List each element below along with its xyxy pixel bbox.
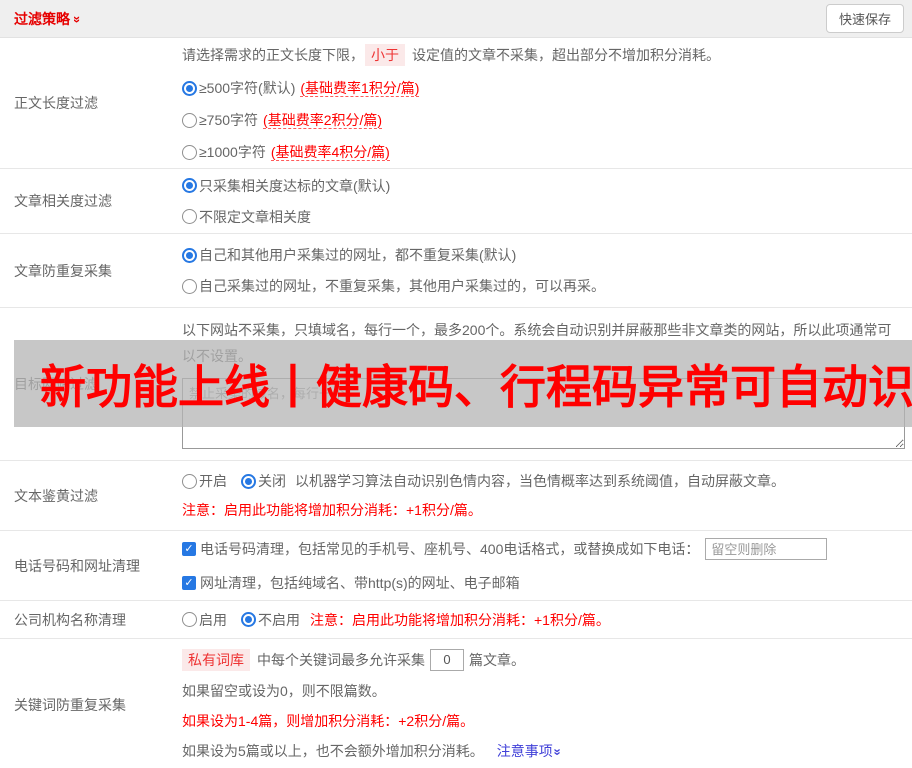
- header-bar: 过滤策略 » 快速保存: [0, 0, 912, 38]
- checkbox-phone-clean[interactable]: ✓: [182, 542, 196, 556]
- chevrons-down-icon: »: [70, 15, 86, 22]
- dedup-option-self: 自己采集过的网址，不重复采集，其他用户采集过的，可以再采。: [182, 276, 904, 296]
- radio-porn-on[interactable]: [182, 473, 197, 489]
- private-lexicon-link[interactable]: 私有词库: [182, 648, 250, 671]
- promo-banner[interactable]: 新功能上线丨健康码、行程码异常可自动识: [14, 340, 912, 427]
- section-title-label: 过滤策略: [14, 10, 70, 27]
- keyword-note-5plus: 如果设为5篇或以上，也不会额外增加积分消耗。 注意事项 »: [182, 741, 566, 761]
- radio-company-off[interactable]: [241, 612, 256, 627]
- quick-save-button[interactable]: 快速保存: [825, 4, 904, 33]
- row-label: 关键词防重复采集: [14, 696, 126, 713]
- row-company-clean: 公司机构名称清理 启用 不启用 注意：启用此功能将增加积分消耗：+1积分/篇。: [0, 601, 912, 639]
- radio-relevance-any[interactable]: [182, 209, 197, 224]
- less-than-tag: 小于: [365, 44, 405, 66]
- row-body-length-filter: 正文长度过滤 请选择需求的正文长度下限， 小于 设定值的文章不采集，超出部分不增…: [0, 38, 912, 169]
- length-option-500: ≥500字符(默认) (基础费率1积分/篇): [182, 78, 904, 98]
- checkbox-url-clean[interactable]: ✓: [182, 576, 196, 590]
- radio-750-chars[interactable]: [182, 112, 197, 128]
- porn-filter-note: 注意：启用此功能将增加积分消耗：+1积分/篇。: [182, 502, 482, 518]
- promo-banner-text: 新功能上线丨健康码、行程码异常可自动识: [40, 360, 912, 413]
- fee-note: (基础费率2积分/篇): [263, 112, 383, 129]
- porn-filter-options: 开启 关闭 以机器学习算法自动识别色情内容，当色情概率达到系统阈值，自动屏蔽文章…: [182, 471, 904, 491]
- keyword-max-count-input[interactable]: [430, 648, 464, 671]
- body-length-intro: 请选择需求的正文长度下限， 小于 设定值的文章不采集，超出部分不增加积分消耗。: [182, 44, 904, 66]
- relevance-option-any: 不限定文章相关度: [182, 207, 904, 227]
- fee-note: (基础费率1积分/篇): [300, 80, 420, 97]
- row-dedup-collection: 文章防重复采集 自己和其他用户采集过的网址，都不重复采集(默认) 自己采集过的网…: [0, 234, 912, 308]
- company-clean-options: 启用 不启用 注意：启用此功能将增加积分消耗：+1积分/篇。: [182, 610, 904, 630]
- length-option-1000: ≥1000字符 (基础费率4积分/篇): [182, 142, 904, 162]
- chevrons-down-icon: »: [550, 747, 566, 754]
- radio-relevance-strict[interactable]: [182, 178, 197, 193]
- filter-strategy-page: 过滤策略 » 快速保存 正文长度过滤 请选择需求的正文长度下限， 小于 设定值的…: [0, 0, 912, 768]
- url-clean-option: ✓ 网址清理，包括纯域名、带http(s)的网址、电子邮箱: [182, 573, 904, 593]
- keyword-note-1-4: 如果设为1-4篇，则增加积分消耗：+2积分/篇。: [182, 712, 475, 729]
- relevance-option-strict: 只采集相关度达标的文章(默认): [182, 176, 904, 196]
- radio-dedup-global[interactable]: [182, 247, 197, 263]
- fee-note: (基础费率4积分/篇): [270, 144, 390, 161]
- notice-link[interactable]: 注意事项 »: [497, 741, 566, 761]
- company-clean-note: 注意：启用此功能将增加积分消耗：+1积分/篇。: [310, 611, 610, 628]
- phone-clean-option: ✓ 电话号码清理，包括常见的手机号、座机号、400电话格式，或替换成如下电话：: [182, 538, 904, 560]
- dedup-option-global: 自己和其他用户采集过的网址，都不重复采集(默认): [182, 245, 904, 265]
- radio-porn-off[interactable]: [241, 473, 256, 489]
- section-title-filter-strategy[interactable]: 过滤策略 »: [14, 9, 85, 29]
- keyword-note-zero: 如果留空或设为0，则不限篇数。: [182, 682, 386, 699]
- row-label: 文章防重复采集: [14, 262, 112, 279]
- radio-company-on[interactable]: [182, 612, 197, 627]
- replacement-phone-input[interactable]: [705, 538, 828, 560]
- row-relevance-filter: 文章相关度过滤 只采集相关度达标的文章(默认) 不限定文章相关度: [0, 169, 912, 234]
- checkmark-icon: ✓: [184, 543, 194, 555]
- porn-filter-desc: 以机器学习算法自动识别色情内容，当色情概率达到系统阈值，自动屏蔽文章。: [295, 473, 785, 489]
- row-label: 公司机构名称清理: [14, 611, 126, 628]
- radio-500-chars[interactable]: [182, 80, 197, 96]
- row-porn-filter: 文本鉴黄过滤 开启 关闭 以机器学习算法自动识别色情内容，当色情概率达到系统阈值…: [0, 461, 912, 531]
- row-phone-url-clean: 电话号码和网址清理 ✓ 电话号码清理，包括常见的手机号、座机号、400电话格式，…: [0, 531, 912, 601]
- keyword-limit-line: 私有词库 中每个关键词最多允许采集 篇文章。: [182, 648, 904, 671]
- row-keyword-dedup: 关键词防重复采集 私有词库 中每个关键词最多允许采集 篇文章。 如果留空或设为0…: [0, 639, 912, 768]
- row-label: 电话号码和网址清理: [14, 557, 140, 574]
- row-label: 文本鉴黄过滤: [14, 487, 98, 504]
- checkmark-icon: ✓: [184, 577, 194, 589]
- row-label: 正文长度过滤: [14, 95, 98, 111]
- radio-dedup-self[interactable]: [182, 278, 197, 294]
- radio-1000-chars[interactable]: [182, 144, 197, 160]
- row-label: 文章相关度过滤: [14, 193, 112, 209]
- length-option-750: ≥750字符 (基础费率2积分/篇): [182, 110, 904, 130]
